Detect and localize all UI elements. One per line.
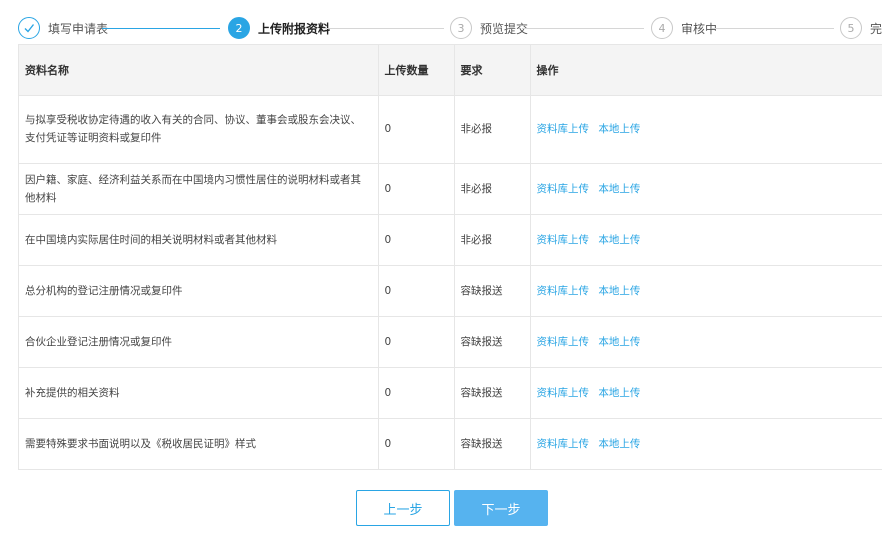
operation-cell: 资料库上传 本地上传	[530, 265, 882, 317]
upload-count: 0	[378, 367, 455, 419]
library-upload-link[interactable]: 资料库上传	[537, 438, 590, 450]
requirement: 非必报	[454, 214, 531, 266]
operation-cell: 资料库上传 本地上传	[530, 163, 882, 215]
table-row: 因户籍、家庭、经济利益关系而在中国境内习惯性居住的说明材料或者其他材料 0 非必…	[19, 163, 882, 215]
check-icon	[18, 17, 40, 39]
material-name: 在中国境内实际居住时间的相关说明材料或者其他材料	[19, 214, 379, 266]
material-name: 与拟享受税收协定待遇的收入有关的合同、协议、董事会或股东会决议、支付凭证等证明资…	[19, 95, 379, 164]
header-material-name: 资料名称	[19, 45, 379, 96]
local-upload-link[interactable]: 本地上传	[598, 285, 640, 297]
header-requirement: 要求	[454, 45, 531, 96]
library-upload-link[interactable]: 资料库上传	[537, 387, 590, 399]
requirement: 非必报	[454, 95, 531, 164]
step-connector	[522, 28, 644, 29]
upload-count: 0	[378, 163, 455, 215]
upload-count: 0	[378, 214, 455, 266]
local-upload-link[interactable]: 本地上传	[598, 438, 640, 450]
operation-cell: 资料库上传 本地上传	[530, 367, 882, 419]
materials-table: 资料名称 上传数量 要求 操作 与拟享受税收协定待遇的收入有关的合同、协议、董事…	[18, 44, 882, 470]
material-name: 合伙企业登记注册情况或复印件	[19, 316, 379, 368]
library-upload-link[interactable]: 资料库上传	[537, 336, 590, 348]
library-upload-link[interactable]: 资料库上传	[537, 123, 590, 135]
step-fill-application: 填写申请表	[18, 16, 108, 40]
material-name: 总分机构的登记注册情况或复印件	[19, 265, 379, 317]
table-row: 合伙企业登记注册情况或复印件 0 容缺报送 资料库上传 本地上传	[19, 316, 882, 368]
table-row: 总分机构的登记注册情况或复印件 0 容缺报送 资料库上传 本地上传	[19, 265, 882, 317]
requirement: 容缺报送	[454, 367, 531, 419]
step-complete: 5 完成	[840, 16, 882, 40]
local-upload-link[interactable]: 本地上传	[598, 234, 640, 246]
step-preview-submit: 3 预览提交	[450, 16, 528, 40]
operation-cell: 资料库上传 本地上传	[530, 418, 882, 470]
requirement: 非必报	[454, 163, 531, 215]
step-number: 2	[228, 17, 250, 39]
operation-cell: 资料库上传 本地上传	[530, 214, 882, 266]
previous-step-button[interactable]: 上一步	[356, 490, 450, 526]
step-number: 5	[840, 17, 862, 39]
table-row: 需要特殊要求书面说明以及《税收居民证明》样式 0 容缺报送 资料库上传 本地上传	[19, 418, 882, 470]
library-upload-link[interactable]: 资料库上传	[537, 234, 590, 246]
step-number: 3	[450, 17, 472, 39]
next-step-button[interactable]: 下一步	[454, 490, 548, 526]
table-row: 补充提供的相关资料 0 容缺报送 资料库上传 本地上传	[19, 367, 882, 419]
table-row: 在中国境内实际居住时间的相关说明材料或者其他材料 0 非必报 资料库上传 本地上…	[19, 214, 882, 266]
upload-count: 0	[378, 95, 455, 164]
step-under-review: 4 审核中	[651, 16, 717, 40]
local-upload-link[interactable]: 本地上传	[598, 123, 640, 135]
step-label: 上传附报资料	[258, 21, 331, 36]
table-row: 与拟享受税收协定待遇的收入有关的合同、协议、董事会或股东会决议、支付凭证等证明资…	[19, 95, 882, 164]
library-upload-link[interactable]: 资料库上传	[537, 285, 590, 297]
step-upload-materials: 2 上传附报资料	[228, 16, 330, 40]
operation-cell: 资料库上传 本地上传	[530, 95, 882, 164]
upload-count: 0	[378, 265, 455, 317]
requirement: 容缺报送	[454, 418, 531, 470]
header-upload-count: 上传数量	[378, 45, 455, 96]
local-upload-link[interactable]: 本地上传	[598, 183, 640, 195]
upload-count: 0	[378, 418, 455, 470]
local-upload-link[interactable]: 本地上传	[598, 336, 640, 348]
header-operation: 操作	[530, 45, 882, 96]
library-upload-link[interactable]: 资料库上传	[537, 183, 590, 195]
step-number: 4	[651, 17, 673, 39]
step-connector	[712, 28, 834, 29]
upload-count: 0	[378, 316, 455, 368]
step-label: 完成	[870, 21, 882, 36]
operation-cell: 资料库上传 本地上传	[530, 316, 882, 368]
requirement: 容缺报送	[454, 316, 531, 368]
material-name: 因户籍、家庭、经济利益关系而在中国境内习惯性居住的说明材料或者其他材料	[19, 163, 379, 215]
material-name: 需要特殊要求书面说明以及《税收居民证明》样式	[19, 418, 379, 470]
requirement: 容缺报送	[454, 265, 531, 317]
step-label: 预览提交	[480, 21, 529, 36]
table-header-row: 资料名称 上传数量 要求 操作	[19, 45, 882, 96]
step-connector	[322, 28, 444, 29]
step-label: 填写申请表	[48, 21, 109, 36]
step-connector	[102, 28, 220, 29]
material-name: 补充提供的相关资料	[19, 367, 379, 419]
local-upload-link[interactable]: 本地上传	[598, 387, 640, 399]
